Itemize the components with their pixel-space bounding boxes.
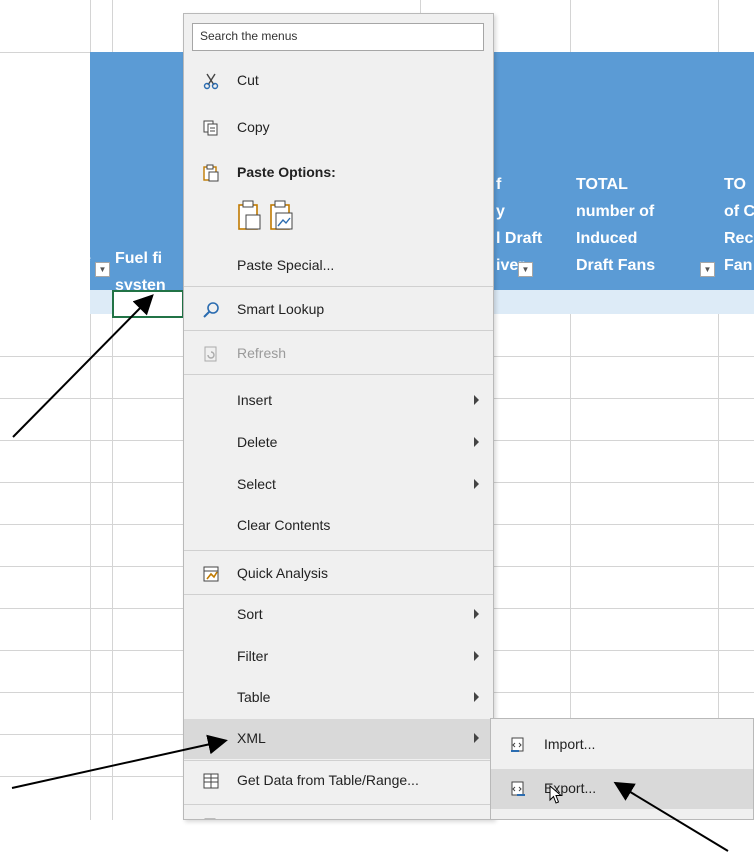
annotation-arrow-to-xml — [11, 734, 228, 789]
annotation-arrow-to-cell — [12, 294, 154, 438]
annotation-arrow-to-export — [613, 781, 729, 852]
